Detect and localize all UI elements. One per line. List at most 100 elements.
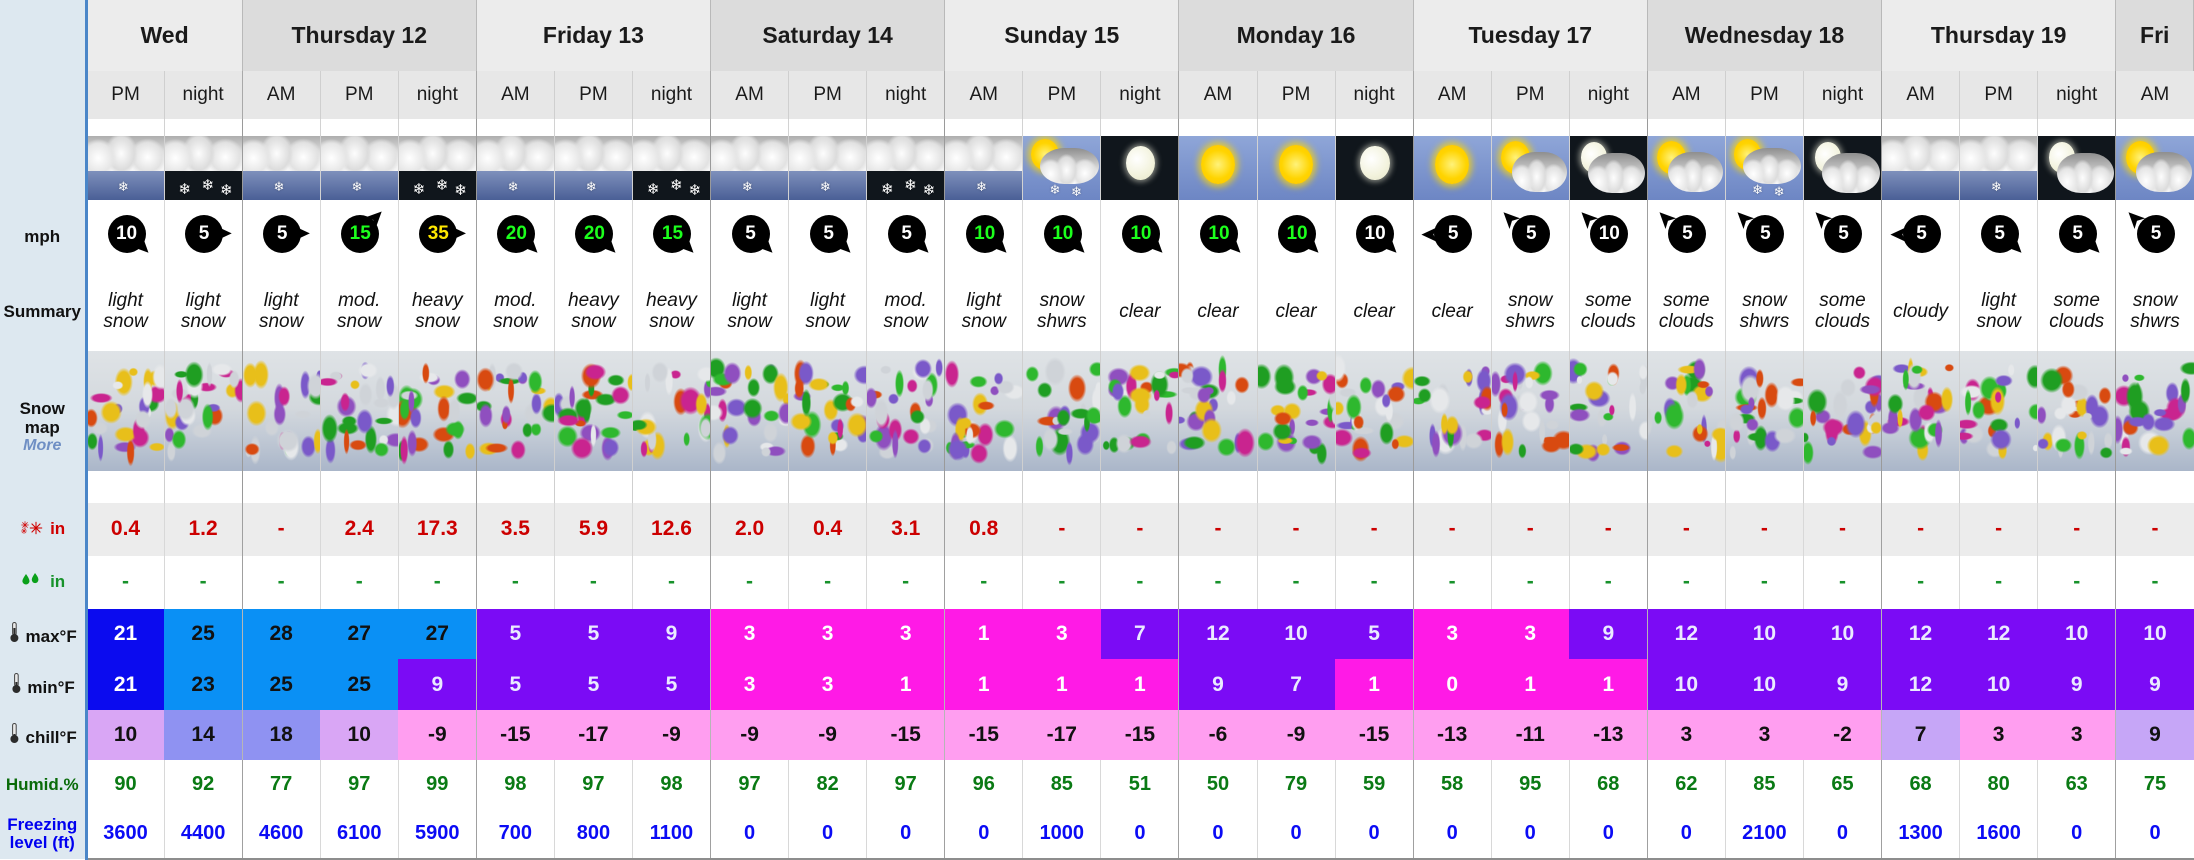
period-header-11[interactable]: AM bbox=[944, 70, 1023, 119]
weather-icon-cell-24[interactable]: ❄ bbox=[1959, 118, 2038, 200]
period-header-20[interactable]: AM bbox=[1646, 70, 1726, 119]
period-header-18[interactable]: PM bbox=[1490, 70, 1570, 119]
day-header-1[interactable]: Thursday 12 bbox=[241, 0, 477, 71]
cloud-icon bbox=[1960, 135, 2038, 172]
weather-icon-cell-4[interactable]: ❄ ❄ ❄ bbox=[397, 118, 477, 200]
weather-icon-cell-21[interactable]: ❄ ❄ bbox=[1724, 118, 1804, 200]
snow-map-cell-17[interactable] bbox=[1412, 351, 1492, 503]
weather-icon-cell-14[interactable] bbox=[1178, 118, 1257, 200]
wind-cell-17: 5 ➤ bbox=[1412, 199, 1492, 273]
period-header-25[interactable]: night bbox=[2037, 70, 2116, 119]
day-header-3[interactable]: Saturday 14 bbox=[710, 0, 946, 71]
period-header-26[interactable]: AM bbox=[2115, 70, 2194, 119]
weather-icon-cell-9[interactable]: ❄ bbox=[788, 118, 867, 200]
period-header-4[interactable]: night bbox=[397, 70, 477, 119]
snow-map-cell-23[interactable] bbox=[1881, 351, 1960, 503]
summary-line: clear bbox=[1197, 300, 1239, 322]
period-header-3[interactable]: PM bbox=[319, 70, 399, 119]
freezing-level-cell-12: 1000 bbox=[1022, 808, 1101, 860]
period-header-6[interactable]: PM bbox=[553, 70, 633, 119]
weather-icon-cell-17[interactable] bbox=[1412, 118, 1492, 200]
snow-map-cell-16[interactable] bbox=[1334, 351, 1414, 503]
snow-map-cell-19[interactable] bbox=[1568, 351, 1648, 503]
snow-map-cell-12[interactable] bbox=[1022, 351, 1101, 503]
weather-icon-cell-7[interactable]: ❄ ❄ ❄ bbox=[631, 118, 711, 200]
weather-icon-cell-3[interactable]: ❄ bbox=[319, 118, 399, 200]
period-header-15[interactable]: PM bbox=[1256, 70, 1336, 119]
weather-icon-cell-1[interactable]: ❄ ❄ ❄ bbox=[163, 118, 243, 200]
period-header-22[interactable]: night bbox=[1802, 70, 1882, 119]
snow-map-cell-3[interactable] bbox=[319, 351, 399, 503]
snow-map-cell-21[interactable] bbox=[1724, 351, 1804, 503]
day-header-6[interactable]: Tuesday 17 bbox=[1412, 0, 1648, 71]
weather-icon-cell-22[interactable] bbox=[1802, 118, 1882, 200]
period-header-16[interactable]: night bbox=[1334, 70, 1414, 119]
snow-amount-cell-16: - bbox=[1334, 502, 1414, 556]
weather-icon-cell-23[interactable] bbox=[1881, 118, 1960, 200]
summary-line: mod. bbox=[338, 290, 381, 312]
weather-icon-cell-5[interactable]: ❄ bbox=[475, 118, 555, 200]
weather-icon-cell-12[interactable]: ❄ ❄ bbox=[1022, 118, 1101, 200]
snow-map-cell-18[interactable] bbox=[1490, 351, 1570, 503]
weather-icon-cell-18[interactable] bbox=[1490, 118, 1570, 200]
period-header-14[interactable]: AM bbox=[1178, 70, 1257, 119]
snow-map-cell-26[interactable] bbox=[2115, 351, 2194, 503]
weather-icon-cell-26[interactable] bbox=[2115, 118, 2194, 200]
period-header-23[interactable]: AM bbox=[1881, 70, 1960, 119]
snow-map-cell-7[interactable] bbox=[631, 351, 711, 503]
snow-map-cell-22[interactable] bbox=[1802, 351, 1882, 503]
snow-map-cell-14[interactable] bbox=[1178, 351, 1257, 503]
weather-icon-cell-10[interactable]: ❄ ❄ ❄ bbox=[866, 118, 945, 200]
snow-map-cell-9[interactable] bbox=[788, 351, 867, 503]
period-header-17[interactable]: AM bbox=[1412, 70, 1492, 119]
period-header-21[interactable]: PM bbox=[1724, 70, 1804, 119]
period-header-10[interactable]: night bbox=[866, 70, 945, 119]
period-header-8[interactable]: AM bbox=[710, 70, 789, 119]
snow-map-cell-0[interactable] bbox=[85, 351, 165, 503]
snow-map-cell-24[interactable] bbox=[1959, 351, 2038, 503]
period-header-1[interactable]: night bbox=[163, 70, 243, 119]
snow-map-cell-8[interactable] bbox=[710, 351, 789, 503]
snow-map-cell-13[interactable] bbox=[1100, 351, 1179, 503]
day-header-7[interactable]: Wednesday 18 bbox=[1646, 0, 1883, 71]
weather-icon-cell-11[interactable]: ❄ bbox=[944, 118, 1023, 200]
weather-icon-cell-20[interactable] bbox=[1646, 118, 1726, 200]
period-header-12[interactable]: PM bbox=[1022, 70, 1101, 119]
day-header-8[interactable]: Thursday 19 bbox=[1881, 0, 2117, 71]
period-header-9[interactable]: PM bbox=[788, 70, 867, 119]
day-header-9[interactable]: Fri bbox=[2115, 0, 2194, 71]
weather-icon-cell-25[interactable] bbox=[2037, 118, 2116, 200]
weather-icon-cell-0[interactable]: ❄ bbox=[85, 118, 165, 200]
weather-icon-cell-13[interactable] bbox=[1100, 118, 1179, 200]
period-header-2[interactable]: AM bbox=[241, 70, 321, 119]
snow-map-image bbox=[1960, 351, 2038, 472]
day-header-4[interactable]: Sunday 15 bbox=[944, 0, 1180, 71]
period-header-0[interactable]: PM bbox=[85, 70, 165, 119]
max-temp-row: max°F 21 25 28 27 27 5 5 9 3 3 3 1 3 7 12 10 5 3 3 9 12 10 10 1… bbox=[0, 608, 2194, 660]
period-header-19[interactable]: night bbox=[1568, 70, 1648, 119]
snow-map-cell-25[interactable] bbox=[2037, 351, 2116, 503]
day-header-2[interactable]: Friday 13 bbox=[475, 0, 712, 71]
snow-map-cell-4[interactable] bbox=[397, 351, 477, 503]
period-header-5[interactable]: AM bbox=[475, 70, 555, 119]
snow-map-cell-6[interactable] bbox=[553, 351, 633, 503]
weather-icon-cell-2[interactable]: ❄ bbox=[241, 118, 321, 200]
day-header-5[interactable]: Monday 16 bbox=[1178, 0, 1414, 71]
snow-map-cell-2[interactable] bbox=[241, 351, 321, 503]
period-header-24[interactable]: PM bbox=[1959, 70, 2038, 119]
day-header-0[interactable]: Wed bbox=[85, 0, 243, 71]
snow-map-cell-11[interactable] bbox=[944, 351, 1023, 503]
snow-map-cell-10[interactable] bbox=[866, 351, 945, 503]
weather-icon-cell-6[interactable]: ❄ bbox=[553, 118, 633, 200]
snow-map-cell-1[interactable] bbox=[163, 351, 243, 503]
snowmap-more-link[interactable]: More bbox=[0, 437, 85, 455]
weather-icon-cell-19[interactable] bbox=[1568, 118, 1648, 200]
snow-map-cell-15[interactable] bbox=[1256, 351, 1336, 503]
snow-map-cell-5[interactable] bbox=[475, 351, 555, 503]
period-header-13[interactable]: night bbox=[1100, 70, 1179, 119]
weather-icon-cell-15[interactable] bbox=[1256, 118, 1336, 200]
period-header-7[interactable]: night bbox=[631, 70, 711, 119]
snow-map-cell-20[interactable] bbox=[1646, 351, 1726, 503]
weather-icon-cell-8[interactable]: ❄ bbox=[710, 118, 789, 200]
weather-icon-cell-16[interactable] bbox=[1334, 118, 1414, 200]
